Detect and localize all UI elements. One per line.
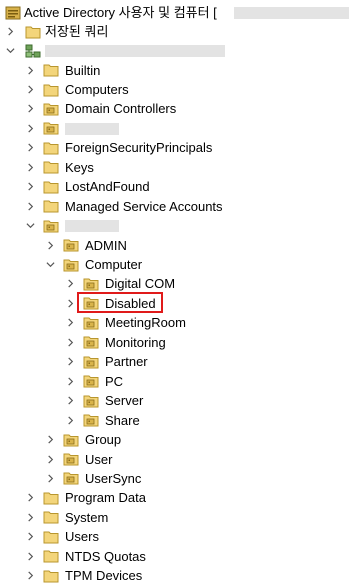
chevron-right-icon[interactable]: [24, 61, 36, 80]
chevron-right-icon[interactable]: [64, 372, 76, 391]
folder-icon: [42, 488, 59, 507]
tree-item-label: System: [65, 509, 109, 525]
redacted-ou-name: [65, 220, 119, 233]
folder-icon: [42, 197, 59, 216]
folder-icon: [42, 547, 59, 566]
chevron-right-icon[interactable]: [64, 313, 76, 332]
tree-item-label: Monitoring: [105, 334, 166, 350]
chevron-right-icon[interactable]: [24, 197, 36, 216]
ad-console-icon: [4, 3, 21, 22]
chevron-down-icon[interactable]: [24, 216, 36, 235]
tree-item-label: Users: [65, 529, 99, 545]
tree-item-label: NTDS Quotas: [65, 548, 146, 564]
chevron-right-icon[interactable]: [4, 22, 16, 41]
tree-item-label: Partner: [105, 354, 148, 370]
folder-icon: [42, 158, 59, 177]
chevron-right-icon[interactable]: [24, 158, 36, 177]
folder-icon: [42, 138, 59, 157]
tree-item-label: Builtin: [65, 62, 101, 78]
ou-folder-icon: [42, 216, 59, 235]
domain-tree-icon: [24, 41, 41, 60]
chevron-right-icon[interactable]: [24, 177, 36, 196]
tree-item-label: Group: [85, 432, 122, 448]
ou-folder-icon: [42, 99, 59, 118]
folder-icon: [42, 566, 59, 585]
ou-folder-icon: [82, 352, 99, 371]
ou-folder-icon: [62, 430, 79, 449]
chevron-down-icon[interactable]: [4, 41, 16, 60]
tree-item-label: TPM Devices: [65, 568, 143, 584]
chevron-right-icon[interactable]: [64, 411, 76, 430]
ou-folder-icon: [82, 391, 99, 410]
tree-item-label: Computer: [85, 257, 143, 272]
chevron-right-icon[interactable]: [64, 274, 76, 293]
tree-item-label: LostAndFound: [65, 179, 150, 195]
redacted-domain-name: [45, 45, 225, 57]
tree-item-label: PC: [105, 373, 124, 389]
tree-item-label: ADMIN: [85, 237, 127, 253]
ou-folder-icon: [42, 119, 59, 138]
chevron-down-icon[interactable]: [44, 255, 56, 274]
tree-item-label: UserSync: [85, 470, 142, 486]
chevron-right-icon[interactable]: [44, 450, 56, 469]
chevron-right-icon[interactable]: [24, 547, 36, 566]
ou-folder-icon: [62, 469, 79, 488]
tree-item-label: User: [85, 451, 113, 467]
chevron-right-icon[interactable]: [24, 119, 36, 138]
ou-folder-icon: [82, 411, 99, 430]
ou-folder-icon: [62, 236, 79, 255]
ou-folder-icon: [82, 274, 99, 293]
chevron-right-icon[interactable]: [24, 80, 36, 99]
tree-item-label: Digital COM: [105, 276, 176, 292]
redacted-ou-name: [65, 122, 119, 135]
chevron-right-icon[interactable]: [44, 469, 56, 488]
ou-folder-icon: [62, 255, 79, 274]
chevron-right-icon[interactable]: [44, 430, 56, 449]
tree-item-label: 저장된 쿼리: [45, 24, 109, 39]
chevron-right-icon[interactable]: [24, 527, 36, 546]
tree-item-label: MeetingRoom: [105, 315, 186, 331]
chevron-right-icon[interactable]: [24, 566, 36, 585]
tree-item-label: Managed Service Accounts: [65, 198, 223, 214]
chevron-right-icon[interactable]: [64, 333, 76, 352]
selection-highlight: [77, 292, 163, 313]
redacted-server-name: [234, 7, 349, 19]
chevron-right-icon[interactable]: [24, 99, 36, 118]
chevron-right-icon[interactable]: [24, 488, 36, 507]
chevron-right-icon[interactable]: [64, 352, 76, 371]
tree-item-label: Domain Controllers: [65, 101, 177, 117]
tree-item-label: ForeignSecurityPrincipals: [65, 140, 213, 156]
folder-icon: [24, 22, 41, 41]
chevron-right-icon[interactable]: [24, 508, 36, 527]
chevron-right-icon[interactable]: [44, 236, 56, 255]
folder-icon: [42, 80, 59, 99]
tree-root-label: Active Directory 사용자 및 컴퓨터 [: [24, 5, 217, 20]
folder-icon: [42, 508, 59, 527]
ou-folder-icon: [82, 372, 99, 391]
ou-folder-icon: [82, 333, 99, 352]
folder-icon: [42, 177, 59, 196]
chevron-right-icon[interactable]: [64, 391, 76, 410]
tree-item-label: Keys: [65, 159, 94, 175]
tree-item-label: Share: [105, 412, 140, 428]
chevron-right-icon[interactable]: [64, 294, 76, 313]
chevron-right-icon[interactable]: [24, 138, 36, 157]
tree-item-label: Server: [105, 393, 144, 409]
ou-folder-icon: [82, 313, 99, 332]
tree-item-label: Program Data: [65, 490, 146, 506]
folder-icon: [42, 61, 59, 80]
ou-folder-icon: [62, 450, 79, 469]
folder-icon: [42, 527, 59, 546]
tree-item-label: Computers: [65, 82, 129, 97]
